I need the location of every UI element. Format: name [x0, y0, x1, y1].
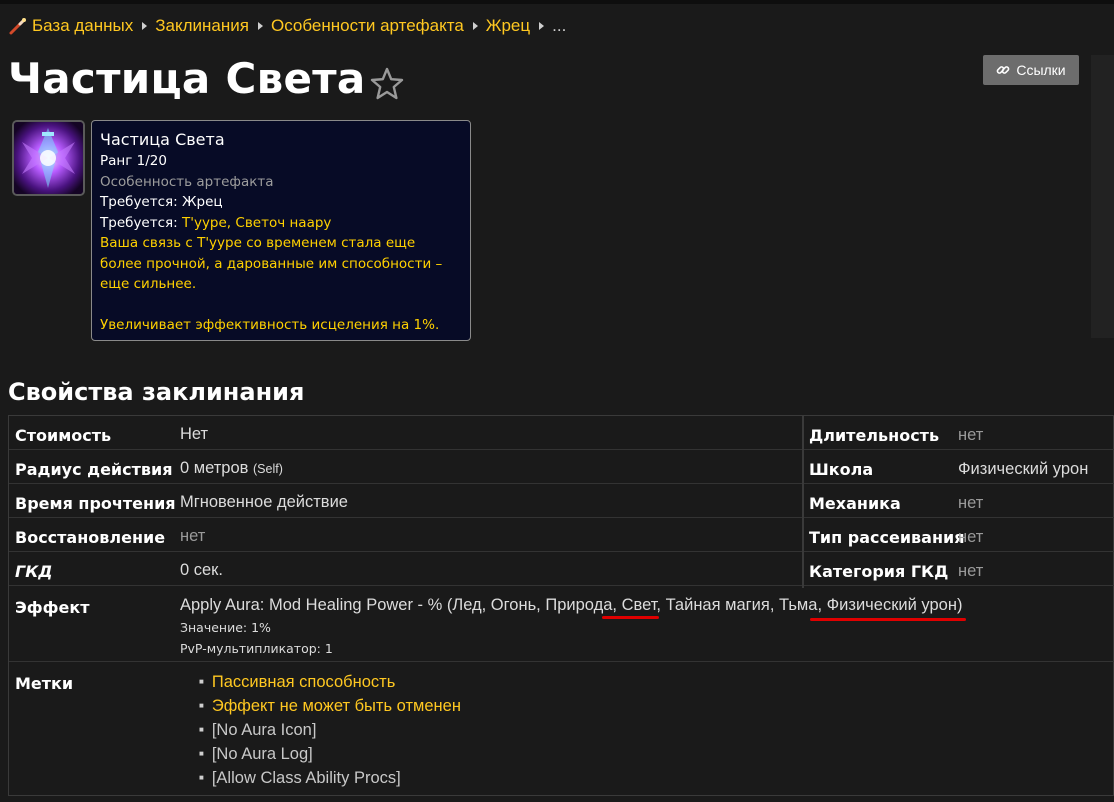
red-underline-annotation [602, 616, 659, 619]
property-row-mechanic: Механика нет [804, 484, 1114, 518]
tooltip-spacer [100, 295, 462, 315]
property-label-flags: Метки [15, 674, 74, 693]
tooltip-requirement-artifact: Требуется: Т'ууре, Светоч наару [100, 213, 462, 234]
breadcrumb-database[interactable]: База данных [32, 16, 133, 36]
links-button-label: Ссылки [1016, 62, 1066, 78]
range-note: (Self) [253, 462, 283, 476]
property-value: 0 сек. [180, 561, 223, 579]
tooltip-description-line: Ваша связь с Т'ууре со временем стала ещ… [100, 235, 416, 251]
breadcrumb-priest[interactable]: Жрец [486, 16, 530, 36]
property-row-cooldown: Восстановление нет [9, 518, 802, 552]
tooltip-description-line: еще сильнее. [100, 276, 197, 292]
property-label: Механика [809, 494, 901, 513]
tooltip-description-line: более прочной, а дарованные им способнос… [100, 255, 443, 272]
links-button[interactable]: Ссылки [983, 55, 1079, 85]
property-value: нет [180, 527, 206, 545]
property-label: Школа [809, 460, 874, 479]
breadcrumb-more[interactable]: ... [552, 16, 566, 36]
property-row-range: Радиус действия 0 метров (Self) [9, 450, 802, 484]
property-value: нет [958, 494, 984, 512]
breadcrumb-separator-icon [257, 22, 263, 30]
breadcrumb-separator-icon [142, 22, 148, 30]
property-row-cost: Стоимость Нет [9, 416, 802, 450]
tooltip-spell-name: Частица Света [100, 130, 225, 149]
property-label[interactable]: ГКД [15, 562, 53, 581]
red-underline-annotation [810, 618, 966, 621]
property-label: Время прочтения [15, 494, 176, 513]
spell-icon[interactable] [12, 120, 85, 196]
flags-list: Пассивная способность Эффект не может бы… [199, 670, 461, 790]
effect-amount: Значение: 1% [180, 620, 271, 635]
property-row-school: Школа Физический урон [804, 450, 1114, 484]
breadcrumb-separator-icon [539, 22, 545, 30]
property-value: 0 метров (Self) [180, 459, 283, 478]
tooltip-type: Особенность артефакта [100, 173, 274, 190]
light-particle-icon [14, 122, 83, 194]
link-icon [996, 66, 1010, 74]
effect-pvp-multiplier: PvP-мультипликатор: 1 [180, 641, 333, 656]
flag-item: [Allow Class Ability Procs] [199, 766, 461, 790]
top-border [0, 0, 1114, 4]
property-value: Нет [180, 425, 209, 443]
property-row-dispel: Тип рассеивания нет [804, 518, 1114, 552]
property-value: нет [958, 426, 984, 444]
property-label: Стоимость [15, 426, 112, 445]
property-value: Физический урон [958, 460, 1089, 478]
spell-tooltip: Частица Света Ранг 1/20 Особенность арте… [91, 120, 471, 341]
favorite-star-icon[interactable] [369, 66, 405, 102]
database-wand-icon[interactable] [8, 16, 28, 36]
breadcrumb-spells[interactable]: Заклинания [155, 16, 249, 36]
property-label: Радиус действия [15, 460, 173, 479]
range-value: 0 метров [180, 459, 249, 477]
flag-item: [No Aura Icon] [199, 718, 461, 742]
property-label: Эффект [15, 598, 90, 617]
property-label: Длительность [809, 426, 940, 445]
property-row-duration: Длительность нет [804, 416, 1114, 450]
breadcrumb: База данных Заклинания Особенности артеф… [8, 14, 566, 38]
tooltip-effect: Увеличивает эффективность исцеления на 1… [100, 316, 440, 333]
side-panel-scroll[interactable] [1091, 55, 1114, 338]
breadcrumb-separator-icon [472, 22, 478, 30]
tooltip-rank: Ранг 1/20 [100, 153, 167, 169]
property-row-gcd: ГКД 0 сек. [9, 552, 802, 586]
property-label: Тип рассеивания [809, 528, 965, 547]
property-row-cast-time: Время прочтения Мгновенное действие [9, 484, 802, 518]
flag-item-link[interactable]: Эффект не может быть отменен [199, 694, 461, 718]
spell-properties-table: Стоимость Нет Радиус действия 0 метров (… [8, 415, 1114, 796]
effect-value: Apply Aura: Mod Healing Power - % (Лед, … [180, 596, 963, 614]
page-title: Частица Света [8, 54, 366, 103]
tooltip-requirement-class: Требуется: Жрец [100, 194, 223, 210]
property-label: Категория ГКД [809, 562, 949, 581]
tooltip-requirement-label: Требуется: [100, 214, 182, 231]
flag-item-link[interactable]: Пассивная способность [199, 670, 461, 694]
section-title-spell-properties: Свойства заклинания [8, 378, 305, 406]
property-row-gcd-category: Категория ГКД нет [804, 552, 1114, 586]
property-row-effect: Эффект Apply Aura: Mod Healing Power - %… [9, 588, 1114, 662]
breadcrumb-artifact-traits[interactable]: Особенности артефакта [271, 16, 464, 36]
tooltip-requirement-value: Т'ууре, Светоч наару [182, 214, 332, 231]
property-value: Мгновенное действие [180, 493, 348, 511]
flag-item: [No Aura Log] [199, 742, 461, 766]
property-label: Восстановление [15, 528, 166, 547]
property-value: нет [958, 562, 984, 580]
property-value: нет [958, 528, 984, 546]
